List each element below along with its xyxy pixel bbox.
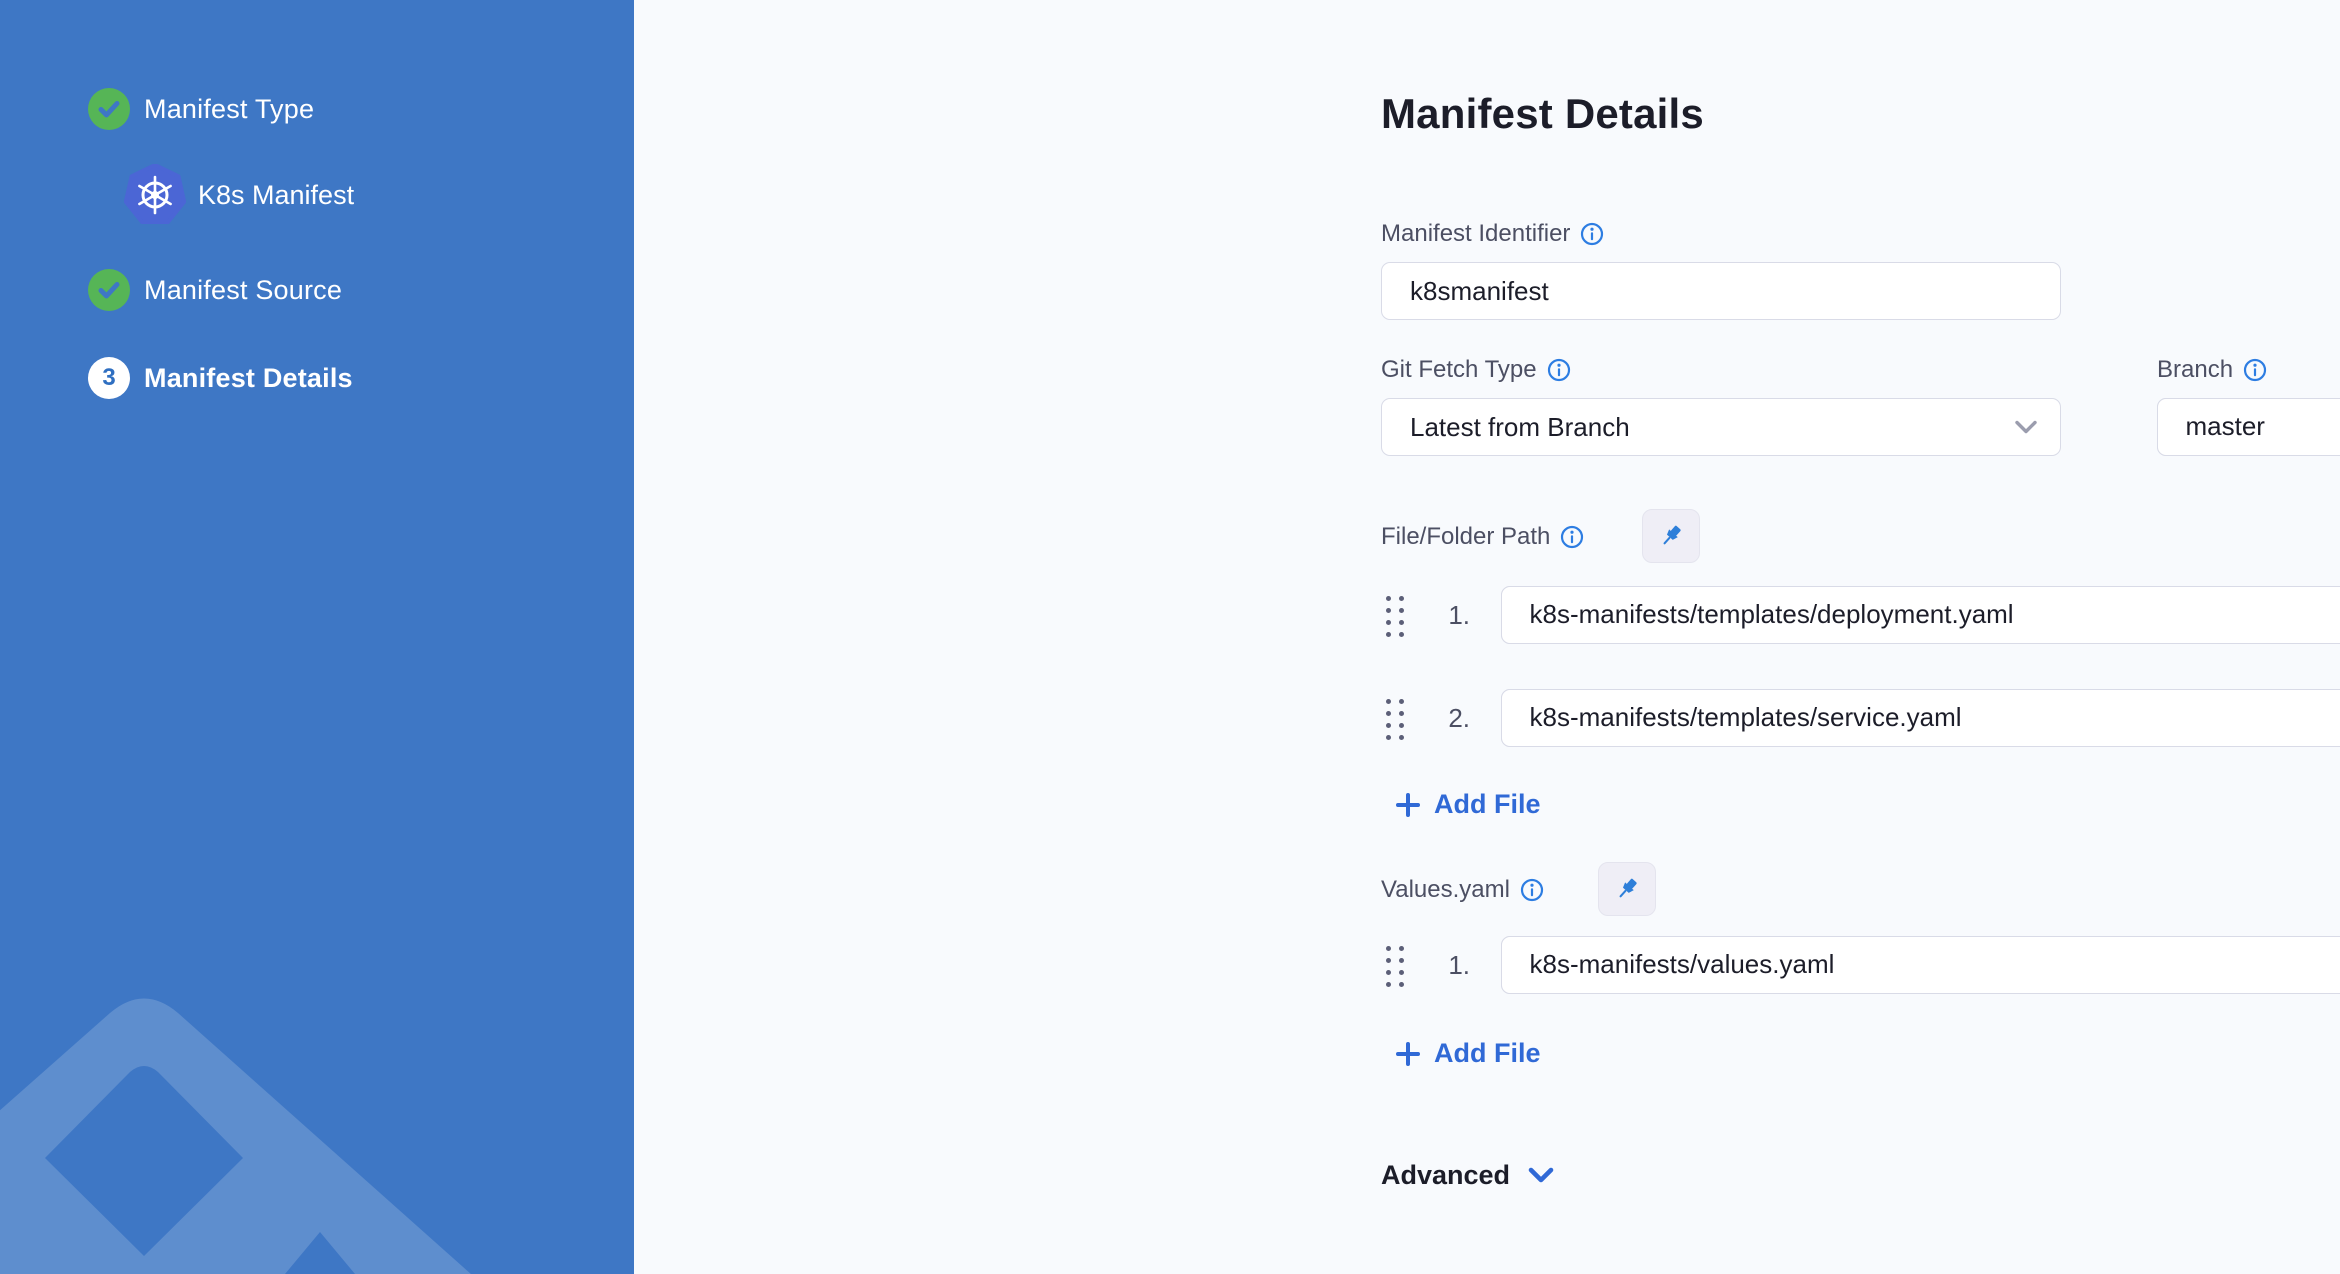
plus-icon	[1396, 1041, 1420, 1066]
step-label: K8s Manifest	[198, 179, 355, 210]
row-index: 1.	[1448, 950, 1470, 980]
file-path-input-2[interactable]	[1500, 688, 2340, 747]
label-text: Git Fetch Type	[1381, 356, 1537, 383]
page-title: Manifest Details	[1381, 90, 1704, 137]
file-path-row-2	[1500, 688, 2340, 747]
label-text: Branch	[2157, 356, 2234, 383]
drag-handle[interactable]	[1386, 941, 1406, 991]
values-path-input-1[interactable]	[1500, 935, 2340, 994]
check-circle-icon	[88, 269, 130, 311]
file-folder-path-label: File/Folder Path	[1381, 522, 1584, 552]
k8s-icon	[123, 163, 187, 226]
values-path-row-1	[1500, 935, 2340, 994]
wizard-sidebar: Manifest Type K8s Manifest Manifest Sour…	[0, 0, 634, 1274]
manifest-identifier-input[interactable]	[1381, 262, 2061, 320]
row-index: 2.	[1448, 703, 1470, 733]
drag-handle[interactable]	[1386, 591, 1406, 641]
sidebar-substep-k8s-manifest[interactable]: K8s Manifest	[0, 163, 634, 226]
sidebar-step-manifest-details[interactable]: 3 Manifest Details	[0, 347, 634, 409]
step-label: Manifest Type	[144, 93, 315, 124]
git-fetch-type-label: Git Fetch Type	[1381, 355, 1571, 385]
chevron-down-icon	[2014, 412, 2038, 443]
select-value: Latest from Branch	[1410, 411, 1630, 442]
pin-icon	[1659, 523, 1683, 548]
add-file-label: Add File	[1434, 789, 1541, 819]
row-index: 1.	[1448, 600, 1470, 630]
drag-handle[interactable]	[1386, 694, 1406, 744]
info-icon[interactable]	[2243, 358, 2267, 382]
git-fetch-type-select[interactable]: Latest from Branch	[1381, 398, 2061, 456]
manifest-identifier-label: Manifest Identifier	[1381, 219, 1604, 249]
plus-icon	[1396, 792, 1420, 817]
chevron-down-icon	[1528, 1167, 1554, 1182]
label-text: Values.yaml	[1381, 876, 1510, 903]
check-circle-icon	[88, 88, 130, 130]
file-path-input-1[interactable]	[1500, 585, 2340, 644]
step-number-badge: 3	[88, 357, 130, 399]
add-file-label: Add File	[1434, 1038, 1541, 1068]
sidebar-step-manifest-type[interactable]: Manifest Type	[0, 78, 634, 140]
manifest-details-dialog: Manifest Type K8s Manifest Manifest Sour…	[0, 0, 2340, 1274]
file-path-row-1	[1500, 585, 2340, 644]
info-icon[interactable]	[1560, 525, 1584, 549]
branch-label: Branch	[2157, 355, 2267, 385]
harness-logo-watermark	[0, 998, 471, 1274]
values-yaml-label: Values.yaml	[1381, 875, 1544, 905]
values-yaml-pin-button[interactable]	[1598, 862, 1656, 916]
pin-icon	[1615, 876, 1639, 901]
branch-field	[2156, 397, 2340, 456]
step-label: Manifest Source	[144, 274, 343, 305]
label-text: File/Folder Path	[1381, 523, 1551, 550]
advanced-label: Advanced	[1381, 1160, 1511, 1190]
info-icon[interactable]	[1547, 358, 1571, 382]
step-label: Manifest Details	[144, 362, 353, 393]
info-icon[interactable]	[1580, 222, 1604, 246]
label-text: Manifest Identifier	[1381, 220, 1571, 247]
file-folder-path-pin-button[interactable]	[1642, 509, 1700, 563]
manifest-details-panel: Manifest Details Manifest Identifier Git…	[634, 0, 2340, 1274]
branch-input[interactable]	[2156, 397, 2340, 456]
add-file-button[interactable]: Add File	[1394, 789, 1541, 820]
info-icon[interactable]	[1520, 878, 1544, 902]
sidebar-step-manifest-source[interactable]: Manifest Source	[0, 259, 634, 321]
add-values-file-button[interactable]: Add File	[1394, 1038, 1541, 1069]
advanced-toggle[interactable]: Advanced	[1381, 1160, 1554, 1191]
